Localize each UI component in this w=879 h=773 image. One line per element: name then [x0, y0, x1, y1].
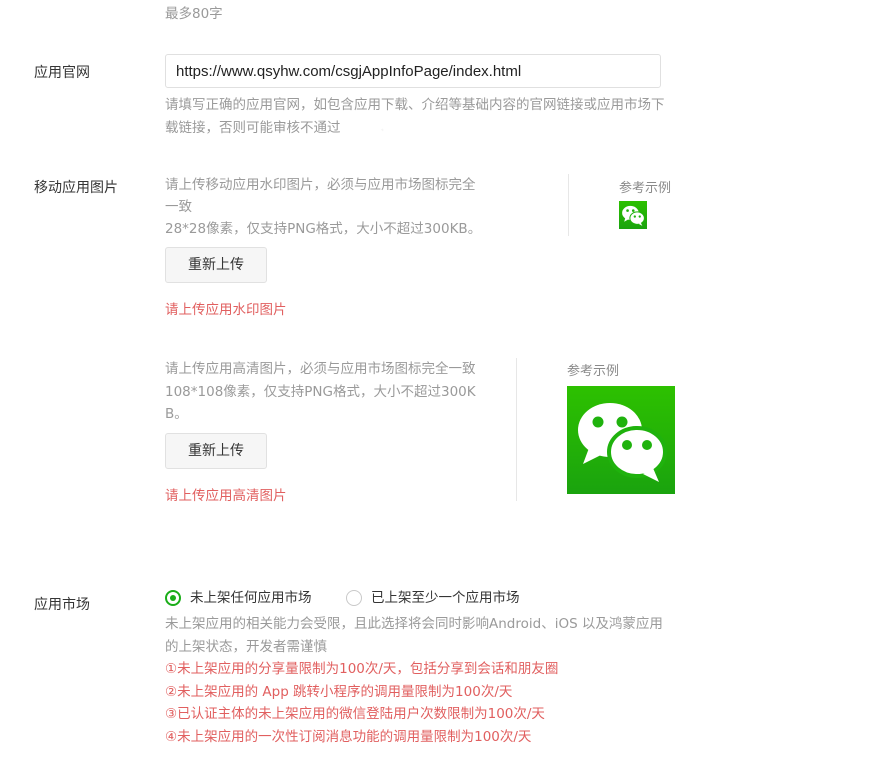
- wechat-icon: [567, 386, 675, 494]
- limit-item: ③已认证主体的未上架应用的微信登陆用户次数限制为100次/天: [165, 706, 545, 722]
- watermark-error: 请上传应用水印图片: [165, 302, 287, 318]
- hd-reference-title: 参考示例: [567, 364, 620, 379]
- reupload-watermark-button[interactable]: 重新上传: [165, 247, 267, 283]
- hd-desc-line1: 请上传应用高清图片，必须与应用市场图标完全一致: [165, 361, 476, 377]
- market-note-line2: 的上架状态，开发者需谨慎: [165, 639, 327, 655]
- watermark-desc-line1: 请上传移动应用水印图片，必须与应用市场图标完全: [165, 177, 476, 193]
- market-note-line1: 未上架应用的相关能力会受限，且此选择将会同时影响Android、iOS 以及鸿蒙…: [165, 616, 663, 632]
- wechat-icon: [619, 201, 647, 229]
- hd-error: 请上传应用高清图片: [165, 488, 287, 504]
- mobile-images-label: 移动应用图片: [34, 180, 118, 196]
- watermark-desc-line2: 一致: [165, 199, 192, 215]
- divider: [568, 174, 569, 236]
- watermark-text: ·: [374, 121, 392, 141]
- divider: [516, 358, 517, 501]
- radio-unlisted-label[interactable]: 未上架任何应用市场: [190, 589, 312, 607]
- market-label: 应用市场: [34, 597, 90, 613]
- website-input[interactable]: https://www.qsyhw.com/csgjAppInfoPage/in…: [165, 54, 661, 88]
- hd-desc-line2: 108*108像素，仅支持PNG格式，大小不超过300K: [165, 384, 476, 400]
- radio-unlisted[interactable]: [165, 590, 181, 606]
- reupload-hd-button[interactable]: 重新上传: [165, 433, 267, 469]
- limit-item: ②未上架应用的 App 跳转小程序的调用量限制为100次/天: [165, 684, 513, 700]
- limit-item: ④未上架应用的一次性订阅消息功能的调用量限制为100次/天: [165, 729, 532, 745]
- radio-listed-label[interactable]: 已上架至少一个应用市场: [371, 589, 520, 607]
- radio-listed[interactable]: [346, 590, 362, 606]
- hd-desc-line3: B。: [165, 406, 188, 422]
- watermark-desc-line3: 28*28像素，仅支持PNG格式，大小不超过300KB。: [165, 221, 482, 237]
- limit-item: ①未上架应用的分享量限制为100次/天，包括分享到会话和朋友圈: [165, 661, 559, 677]
- watermark-reference-title: 参考示例: [619, 181, 672, 196]
- website-label: 应用官网: [34, 65, 90, 81]
- description-hint: 最多80字: [165, 6, 223, 22]
- website-hint-line2: 载链接，否则可能审核不通过: [165, 120, 341, 136]
- website-hint-line1: 请填写正确的应用官网，如包含应用下载、介绍等基础内容的官网链接或应用市场下: [165, 97, 665, 113]
